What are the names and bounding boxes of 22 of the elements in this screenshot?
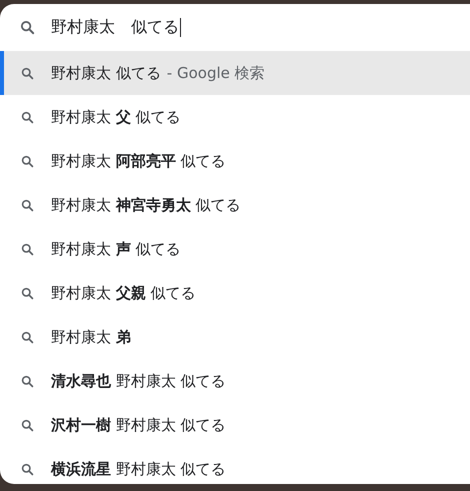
suggestion-item[interactable]: 沢村一樹 野村康太 似てる <box>0 403 470 447</box>
search-icon <box>21 462 34 476</box>
suggestion-item[interactable]: 野村康太 阿部亮平 似てる <box>0 139 470 183</box>
search-icon <box>21 154 34 168</box>
suggestion-item[interactable]: 清水尋也 野村康太 似てる <box>0 359 470 403</box>
search-icon <box>21 66 34 80</box>
suggestion-item[interactable]: 野村康太 父親 似てる <box>0 271 470 315</box>
address-field[interactable]: 野村康太 似てる <box>51 17 181 38</box>
search-icon <box>21 242 34 256</box>
search-icon <box>21 286 34 300</box>
suggestion-item[interactable]: 野村康太 声 似てる <box>0 227 470 271</box>
search-icon <box>21 418 34 432</box>
suggestion-item[interactable]: 野村康太 似てる - Google 検索 <box>0 51 470 95</box>
suggestion-item[interactable]: 横浜流星 野村康太 似てる <box>0 447 470 491</box>
search-icon <box>21 374 34 388</box>
suggestion-item[interactable]: 野村康太 神宮寺勇太 似てる <box>0 183 470 227</box>
search-icon <box>20 20 35 35</box>
suggestion-item[interactable]: 野村康太 弟 <box>0 315 470 359</box>
search-icon <box>21 330 34 344</box>
search-icon <box>21 110 34 124</box>
search-icon <box>21 198 34 212</box>
suggestion-item[interactable]: 野村康太 父 似てる <box>0 95 470 139</box>
